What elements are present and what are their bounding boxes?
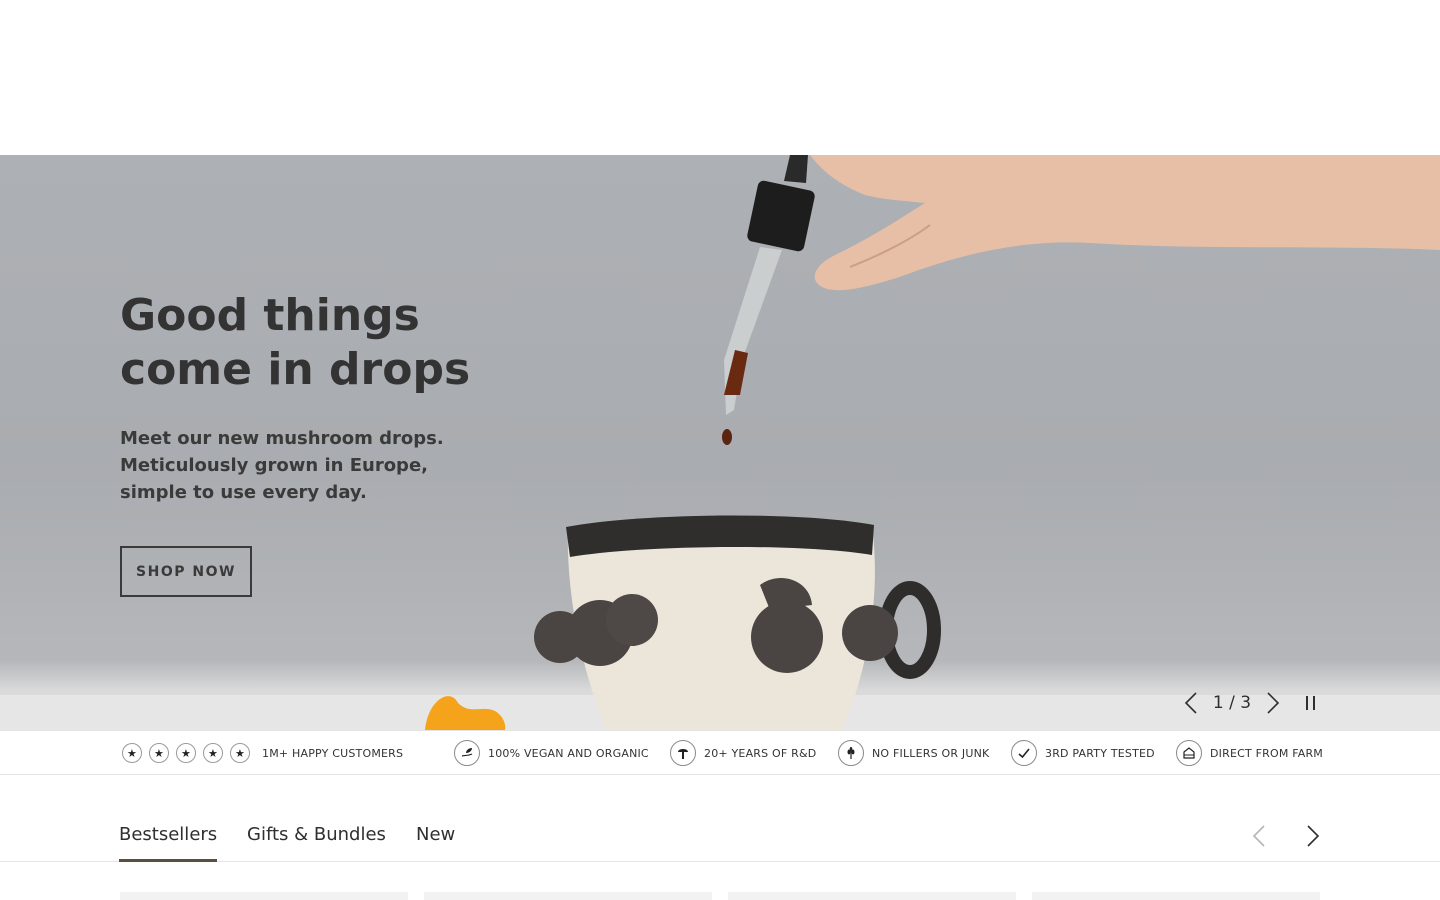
hero-slider-controls: 1 / 3 xyxy=(1178,688,1324,718)
site-header xyxy=(0,0,1440,155)
chevron-right-icon[interactable] xyxy=(1299,822,1327,850)
trust-label: 3RD PARTY TESTED xyxy=(1045,746,1155,760)
star-icon: ★ xyxy=(149,743,169,763)
hand-leaf-icon xyxy=(454,740,480,766)
hero-subtitle-line: simple to use every day. xyxy=(120,482,367,503)
hero-subtitle-line: Meet our new mushroom drops. xyxy=(120,428,444,449)
trust-item-vegan: 100% VEGAN AND ORGANIC xyxy=(454,731,649,775)
product-card[interactable] xyxy=(1032,892,1320,900)
chevron-left-icon[interactable] xyxy=(1245,822,1273,850)
slide-counter: 1 / 3 xyxy=(1212,693,1252,713)
trust-item-fillers: NO FILLERS OR JUNK xyxy=(838,731,989,775)
tab-gifts-bundles[interactable]: Gifts & Bundles xyxy=(247,824,386,845)
hero-banner: Good things come in drops Meet our new m… xyxy=(0,155,1440,730)
product-tabs: Bestsellers Gifts & Bundles New xyxy=(0,808,1440,862)
hero-subtitle-line: Meticulously grown in Europe, xyxy=(120,455,428,476)
star-icon: ★ xyxy=(203,743,223,763)
product-card[interactable] xyxy=(424,892,712,900)
trust-label: NO FILLERS OR JUNK xyxy=(872,746,990,760)
trust-item-tested: 3RD PARTY TESTED xyxy=(1011,731,1155,775)
check-icon xyxy=(1011,740,1037,766)
tab-bestsellers[interactable]: Bestsellers xyxy=(119,824,218,862)
trust-label: 1M+ HAPPY CUSTOMERS xyxy=(262,746,404,760)
pause-icon[interactable] xyxy=(1296,688,1324,718)
chevron-left-icon[interactable] xyxy=(1178,688,1204,718)
hero-subtitle: Meet our new mushroom drops. Meticulousl… xyxy=(120,425,540,506)
product-cards xyxy=(0,892,1440,900)
hero-title: Good things come in drops xyxy=(120,289,580,397)
trust-bar: ★ ★ ★ ★ ★ 1M+ HAPPY CUSTOMERS 100% VEGAN… xyxy=(0,730,1440,775)
product-card[interactable] xyxy=(120,892,408,900)
star-icon: ★ xyxy=(122,743,142,763)
wheat-icon xyxy=(838,740,864,766)
trust-label: DIRECT FROM FARM xyxy=(1210,746,1323,760)
trust-item-farm: DIRECT FROM FARM xyxy=(1176,731,1323,775)
mushroom-icon xyxy=(670,740,696,766)
tab-new[interactable]: New xyxy=(416,824,455,845)
trust-item-customers: ★ ★ ★ ★ ★ 1M+ HAPPY CUSTOMERS xyxy=(122,731,403,775)
farm-icon xyxy=(1176,740,1202,766)
chevron-right-icon[interactable] xyxy=(1260,688,1286,718)
star-icon: ★ xyxy=(230,743,250,763)
star-icon: ★ xyxy=(176,743,196,763)
trust-label: 20+ YEARS OF R&D xyxy=(704,746,817,760)
shop-now-button[interactable]: SHOP NOW xyxy=(120,546,252,597)
product-card[interactable] xyxy=(728,892,1016,900)
hero-title-line: Good things xyxy=(120,290,420,341)
rating-stars: ★ ★ ★ ★ ★ xyxy=(122,743,250,763)
trust-item-rnd: 20+ YEARS OF R&D xyxy=(670,731,816,775)
trust-label: 100% VEGAN AND ORGANIC xyxy=(488,746,649,760)
hero-title-line: come in drops xyxy=(120,344,471,395)
